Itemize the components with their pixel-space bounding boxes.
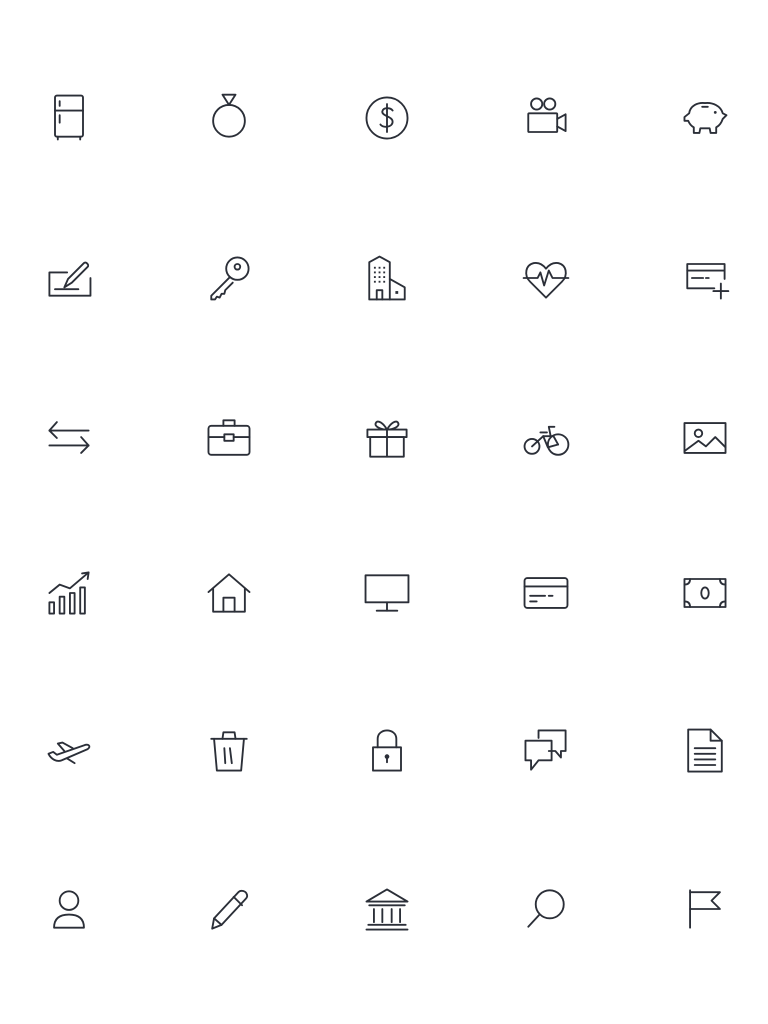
padlock-icon (357, 721, 417, 781)
signature-pen-icon (39, 248, 99, 308)
document-icon (675, 721, 735, 781)
growth-chart-icon (39, 563, 99, 623)
bicycle-icon (516, 408, 576, 468)
trash-can-icon (199, 721, 259, 781)
chat-bubbles-icon (516, 721, 576, 781)
icon-grid (0, 0, 768, 1024)
credit-card-icon (516, 563, 576, 623)
ring-icon (199, 88, 259, 148)
transfer-arrows-icon (39, 408, 99, 468)
monitor-icon (357, 563, 417, 623)
user-icon (39, 879, 99, 939)
add-card-icon (675, 248, 735, 308)
flag-icon (675, 879, 735, 939)
pencil-icon (199, 879, 259, 939)
banknote-icon (675, 563, 735, 623)
dollar-coin-icon (357, 88, 417, 148)
briefcase-icon (199, 408, 259, 468)
bank-icon (357, 879, 417, 939)
piggy-bank-icon (675, 88, 735, 148)
key-icon (199, 248, 259, 308)
image-icon (675, 408, 735, 468)
search-icon (516, 879, 576, 939)
heart-pulse-icon (516, 248, 576, 308)
gift-icon (357, 408, 417, 468)
office-building-icon (357, 248, 417, 308)
home-icon (199, 563, 259, 623)
refrigerator-icon (39, 88, 99, 148)
airplane-takeoff-icon (39, 721, 99, 781)
video-camera-icon (516, 88, 576, 148)
